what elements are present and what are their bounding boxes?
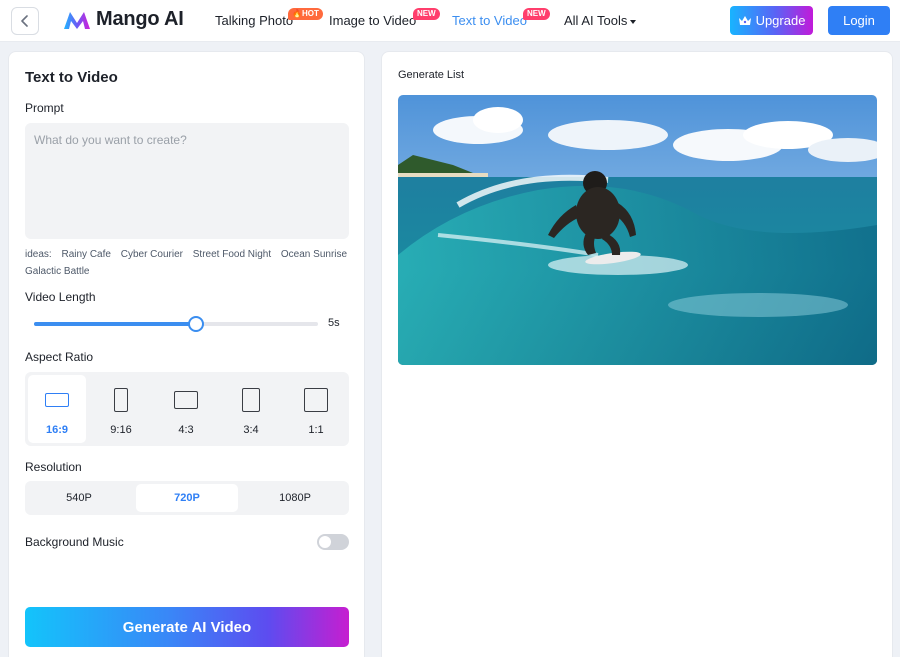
new-badge: NEW xyxy=(523,8,550,20)
nav-all-ai-tools[interactable]: All AI Tools xyxy=(564,13,637,28)
nav-image-to-video-label: Image to Video xyxy=(329,13,417,28)
mango-logo-icon xyxy=(64,11,90,29)
ratio-9-16-icon xyxy=(114,388,128,412)
prompt-input[interactable] xyxy=(25,123,349,239)
logo-text: Mango AI xyxy=(96,8,184,30)
video-length-slider[interactable] xyxy=(34,316,318,332)
ratio-3-4-icon xyxy=(242,388,260,412)
idea-chip[interactable]: Ocean Sunrise xyxy=(281,249,347,260)
nav-talking-photo[interactable]: Talking Photo 🔥HOT xyxy=(215,8,323,28)
panel-title: Text to Video xyxy=(25,69,118,86)
idea-chip[interactable]: Rainy Cafe xyxy=(61,249,110,260)
generate-list-title: Generate List xyxy=(398,69,465,81)
surfing-gorilla-thumbnail xyxy=(398,95,877,365)
aspect-ratio-selector: 16:9 9:16 4:3 3:4 1:1 xyxy=(25,372,349,446)
prompt-ideas: ideas: Rainy Cafe Cyber Courier Street F… xyxy=(25,246,355,280)
caret-down-icon xyxy=(630,19,637,24)
toggle-knob xyxy=(319,536,331,548)
text-to-video-settings-panel: Text to Video Prompt ideas: Rainy Cafe C… xyxy=(8,51,365,657)
upgrade-label: Upgrade xyxy=(755,13,806,28)
nav-talking-photo-label: Talking Photo xyxy=(215,13,294,28)
background-music-label: Background Music xyxy=(25,535,124,549)
aspect-ratio-label: Aspect Ratio xyxy=(25,350,94,364)
nav-image-to-video[interactable]: Image to Video NEW xyxy=(329,8,440,28)
aspect-ratio-3-4-option[interactable]: 3:4 xyxy=(222,375,280,443)
idea-chip[interactable]: Galactic Battle xyxy=(25,266,89,277)
chevron-left-icon xyxy=(21,15,28,27)
upgrade-button[interactable]: Upgrade xyxy=(730,6,813,35)
ratio-label: 1:1 xyxy=(308,424,324,436)
video-length-label: Video Length xyxy=(25,290,96,304)
aspect-ratio-9-16-option[interactable]: 9:16 xyxy=(92,375,150,443)
generated-video-preview[interactable] xyxy=(398,95,877,365)
mango-ai-logo[interactable]: Mango AI xyxy=(62,8,184,31)
generate-list-panel: Generate List xyxy=(381,51,893,657)
aspect-ratio-16-9-option[interactable]: 16:9 xyxy=(28,375,86,443)
slider-fill xyxy=(34,322,196,326)
resolution-1080p-option[interactable]: 1080P xyxy=(244,484,346,512)
login-label: Login xyxy=(843,13,875,28)
ratio-1-1-icon xyxy=(304,388,328,412)
nav-text-to-video[interactable]: Text to Video NEW xyxy=(452,8,550,28)
hot-badge: 🔥HOT xyxy=(288,8,323,20)
ratio-label: 16:9 xyxy=(45,424,69,436)
ratio-label: 9:16 xyxy=(110,424,132,436)
video-length-value: 5s xyxy=(328,317,340,329)
idea-chip[interactable]: Cyber Courier xyxy=(121,249,183,260)
back-button[interactable] xyxy=(11,7,39,35)
aspect-ratio-4-3-option[interactable]: 4:3 xyxy=(157,375,215,443)
resolution-label: Resolution xyxy=(25,460,82,474)
idea-chip[interactable]: Street Food Night xyxy=(193,249,271,260)
ratio-16-9-icon xyxy=(45,393,69,407)
ratio-label: 4:3 xyxy=(178,424,194,436)
ratio-4-3-icon xyxy=(174,391,198,409)
nav-all-ai-tools-label: All AI Tools xyxy=(564,13,628,28)
ideas-label: ideas: xyxy=(25,249,52,260)
new-badge: NEW xyxy=(413,8,440,20)
aspect-ratio-1-1-option[interactable]: 1:1 xyxy=(287,375,345,443)
ratio-label: 3:4 xyxy=(243,424,259,436)
crown-icon xyxy=(738,15,751,25)
resolution-720p-option[interactable]: 720P xyxy=(136,484,238,512)
nav-text-to-video-label: Text to Video xyxy=(452,13,527,28)
resolution-selector: 540P 720P 1080P xyxy=(25,481,349,515)
background-music-toggle[interactable] xyxy=(317,534,349,550)
generate-ai-video-button[interactable]: Generate AI Video xyxy=(25,607,349,647)
generate-label: Generate AI Video xyxy=(122,618,252,636)
resolution-540p-option[interactable]: 540P xyxy=(28,484,130,512)
login-button[interactable]: Login xyxy=(828,6,890,35)
slider-handle[interactable] xyxy=(187,316,204,332)
top-navigation-bar: Mango AI Talking Photo 🔥HOT Image to Vid… xyxy=(0,0,900,42)
prompt-label: Prompt xyxy=(25,101,64,115)
